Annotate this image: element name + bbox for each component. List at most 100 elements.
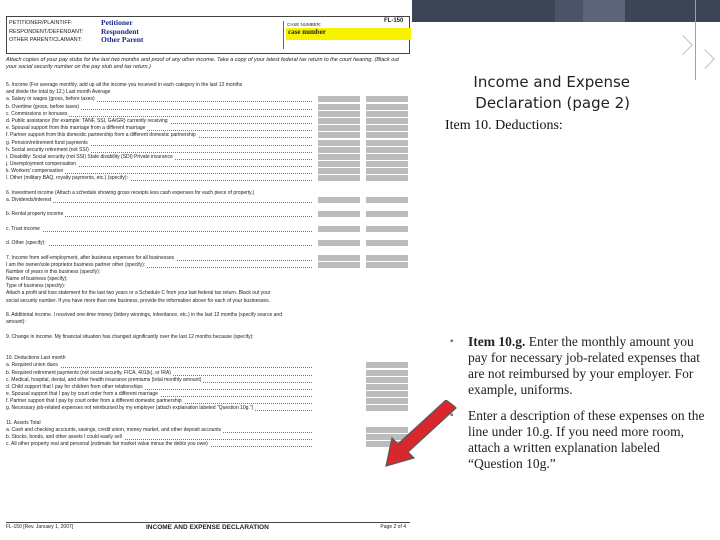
bullet-text: Enter a description of these expenses on…	[468, 408, 705, 471]
amount-field	[366, 254, 408, 261]
amount-field	[366, 125, 408, 132]
form-row-label	[6, 218, 8, 225]
form-row-label: c. Medical, hospital, dental, and other …	[6, 376, 204, 383]
form-row: a. Dividends/interest	[6, 197, 410, 204]
form-row-label: Number of years in this business (specif…	[6, 268, 103, 275]
form-row-label: social security number. If you have more…	[6, 297, 273, 304]
form-row-label: a. Required union dues	[6, 362, 60, 369]
form-row: 8. Additional income. I received one-tim…	[6, 312, 410, 319]
amount-field	[366, 240, 408, 247]
form-row-label: Attach a profit and loss statement for t…	[6, 290, 273, 297]
amount-field	[366, 211, 408, 218]
form-row-label: amount):	[6, 319, 28, 326]
amount-field	[318, 103, 360, 110]
amount-field	[366, 146, 408, 153]
form-row-label	[6, 412, 8, 419]
amount-field	[318, 175, 360, 182]
form-row	[6, 347, 410, 355]
party-label: RESPONDENT/DEFENDANT:	[9, 28, 84, 35]
form-row-label: 7. Income from self-employment, after bu…	[6, 254, 177, 261]
arrow-shape	[385, 400, 457, 467]
form-row-label: a. Salary or wages (gross, before taxes)	[6, 96, 97, 103]
amount-field	[318, 153, 360, 160]
form-row: d. Other (specify):	[6, 240, 410, 247]
form-row-label: e. Spousal support from this marriage fr…	[6, 125, 148, 132]
amount-field	[318, 110, 360, 117]
form-row: j. Unemployment compensation	[6, 161, 410, 168]
amount-field	[366, 132, 408, 139]
amount-field	[366, 362, 408, 369]
form-row-label: c. Trust income	[6, 225, 42, 232]
form-row: e. Spousal support from this marriage fr…	[6, 125, 410, 132]
form-row-label: i. Disability: Social security (not SSI)…	[6, 153, 175, 160]
form-row-label	[6, 182, 8, 189]
form-row-label: g. Pension/retirement fund payments	[6, 139, 90, 146]
amount-field	[366, 383, 408, 390]
case-number-value: case number	[286, 28, 411, 40]
form-row: f. Partner support that I pay by court o…	[6, 398, 410, 405]
decor-chevron	[695, 49, 715, 69]
form-row: g. Necessary job-related expenses not re…	[6, 405, 410, 412]
bullet-marker-icon: ▪	[450, 336, 454, 347]
footer-form-title: INCOME AND EXPENSE DECLARATION	[146, 524, 269, 531]
amount-field	[366, 175, 408, 182]
amount-field	[318, 211, 360, 218]
form-row: Number of years in this business (specif…	[6, 268, 410, 276]
form-footer: FL-150 [Rev. January 1, 2007] INCOME AND…	[6, 524, 410, 531]
leader-dots	[6, 245, 312, 247]
form-row: k. Workers' compensation	[6, 168, 410, 175]
amount-field	[366, 161, 408, 168]
form-row: 11. Assets Total	[6, 419, 410, 427]
form-row: amount):	[6, 319, 410, 326]
form-row-label	[6, 247, 8, 254]
form-row: a. Required union dues	[6, 362, 410, 369]
amount-field	[318, 139, 360, 146]
form-row-label: g. Necessary job-related expenses not re…	[6, 405, 256, 412]
footer-form-rev: FL-150 [Rev. January 1, 2007]	[6, 524, 74, 530]
form-row-label: c. Commissions or bonuses	[6, 110, 70, 117]
decor-chevron	[673, 35, 693, 55]
form-row: 9. Change in income. My financial situat…	[6, 333, 410, 341]
amount-field	[318, 254, 360, 261]
form-row: Name of business (specify):	[6, 276, 410, 283]
form-row-label	[6, 204, 8, 211]
form-row: a. Salary or wages (gross, before taxes)	[6, 96, 410, 103]
amount-field	[366, 168, 408, 175]
form-row	[6, 232, 410, 240]
amount-field	[318, 125, 360, 132]
form-row-label	[6, 304, 8, 311]
form-row: 5. Income (For average monthly, add up a…	[6, 82, 410, 89]
form-row-label: c. All other property real and personal …	[6, 441, 210, 448]
form-row: h. Social security retirement (not SSI)	[6, 146, 410, 154]
form-row: d. Child support that I pay for children…	[6, 383, 410, 391]
form-row: a. Cash and checking accounts, savings, …	[6, 427, 410, 434]
case-number-label: CASE NUMBER:	[287, 22, 322, 27]
form-row: I am the owner/sole proprietor business …	[6, 261, 410, 269]
form-row: Attach a profit and loss statement for t…	[6, 290, 410, 297]
amount-field	[366, 197, 408, 203]
form-row: 10. Deductions Last month	[6, 355, 410, 362]
bullet-marker-icon: ▪	[450, 410, 454, 421]
form-caption-box: PETITIONER/PLAINTIFF: RESPONDENT/DEFENDA…	[6, 16, 411, 54]
form-row	[6, 204, 410, 211]
bullet-item: ▪ Item 10.g. Enter the monthly amount yo…	[450, 334, 712, 398]
form-row-label: Type of business (specify):	[6, 283, 68, 290]
form-row-label: 11. Assets Total	[6, 419, 43, 426]
form-row-label: j. Unemployment compensation	[6, 161, 79, 168]
amount-field	[366, 117, 408, 124]
form-row	[6, 412, 410, 420]
form-row: 7. Income from self-employment, after bu…	[6, 254, 410, 262]
form-row-label: a. Cash and checking accounts, savings, …	[6, 427, 224, 433]
form-row-label: b. Stocks, bonds, and other assets I cou…	[6, 434, 124, 441]
form-row	[6, 218, 410, 226]
form-row: d. Public assistance (for example: TANF,…	[6, 117, 410, 125]
form-row	[6, 247, 410, 254]
bullet-list: ▪ Item 10.g. Enter the monthly amount yo…	[450, 334, 712, 482]
amount-field	[318, 225, 360, 232]
party-labels: PETITIONER/PLAINTIFF: RESPONDENT/DEFENDA…	[9, 19, 97, 45]
party-values: Petitioner Respondent Other Parent	[101, 18, 171, 45]
form-row: Type of business (specify):	[6, 283, 410, 290]
amount-field	[318, 168, 360, 175]
bullet-item: ▪ Enter a description of these expenses …	[450, 408, 712, 472]
form-row: social security number. If you have more…	[6, 297, 410, 305]
